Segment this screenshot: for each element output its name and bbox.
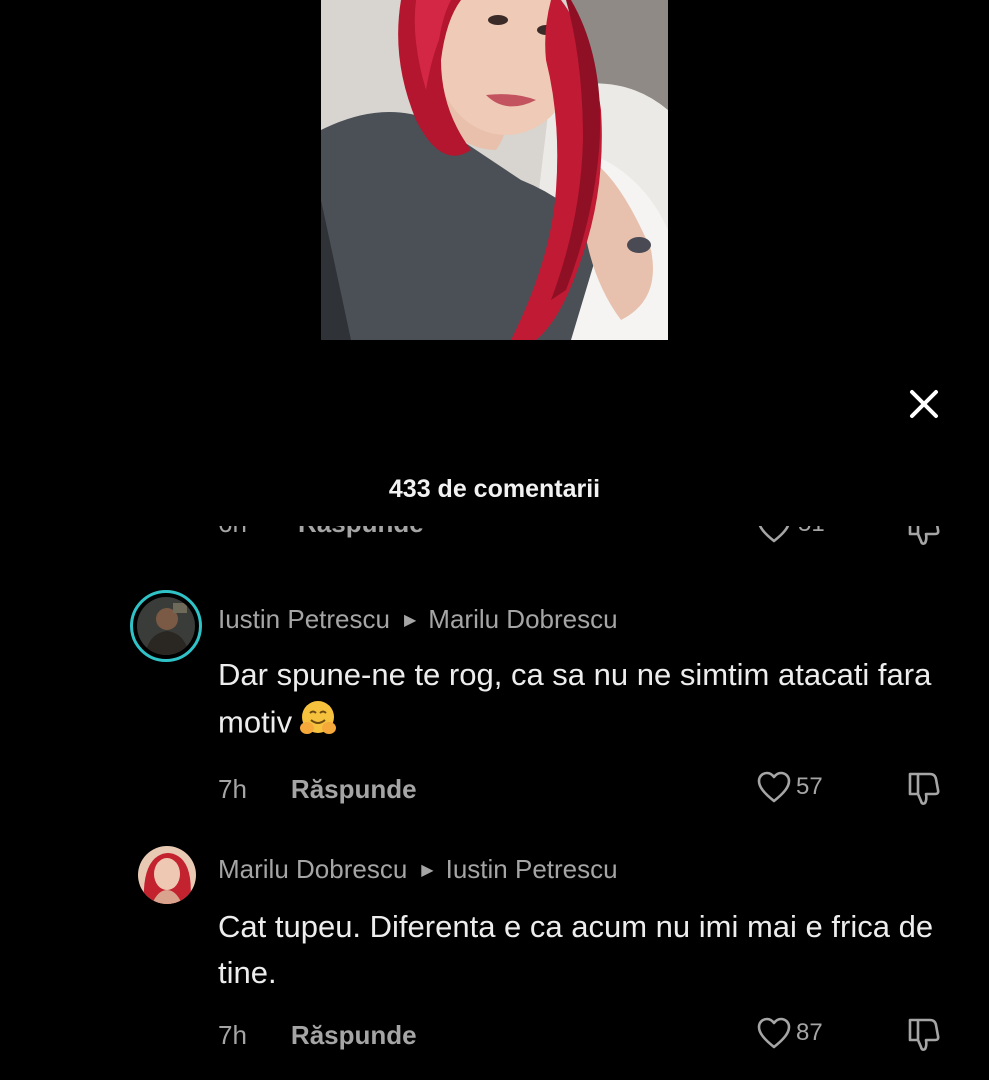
reply-arrow-icon: ▶ <box>421 861 434 879</box>
comment-text: Dar spune-ne te rog, ca sa nu ne simtim … <box>218 652 938 751</box>
avatar[interactable] <box>130 590 202 662</box>
avatar[interactable] <box>138 846 196 904</box>
previous-comment-like-count: 51 <box>798 526 825 538</box>
reply-button[interactable]: Răspunde <box>291 1020 417 1050</box>
previous-comment-time: 6h <box>218 526 247 539</box>
previous-comment-reply-button[interactable]: Răspunde <box>298 526 424 539</box>
comment-text: Cat tupeu. Diferenta e ca acum nu imi ma… <box>218 909 934 990</box>
comment-header: Marilu Dobrescu ▶ Iustin Petrescu <box>218 854 618 885</box>
selfie-photo-image <box>321 0 668 340</box>
comment-header: Iustin Petrescu ▶ Marilu Dobrescu <box>218 604 618 635</box>
reply-to-user[interactable]: Iustin Petrescu <box>446 854 618 885</box>
comment-count: 433 de comentarii <box>388 475 601 503</box>
comment-author[interactable]: Marilu Dobrescu <box>218 854 407 885</box>
comment-author[interactable]: Iustin Petrescu <box>218 604 390 635</box>
hugging-face-emoji-icon <box>298 698 338 751</box>
heart-icon <box>757 771 791 803</box>
post-photo[interactable] <box>321 0 668 340</box>
comment-actions: 7h Răspunde <box>218 774 417 805</box>
dislike-icon[interactable] <box>904 526 944 546</box>
reply-button[interactable]: Răspunde <box>291 774 417 804</box>
avatar-image <box>138 846 196 904</box>
avatar-image <box>137 597 195 655</box>
heart-icon <box>757 1017 791 1049</box>
comment-time: 7h <box>218 774 247 804</box>
like-button[interactable]: 57 <box>756 770 823 804</box>
like-button[interactable]: 87 <box>756 1016 823 1050</box>
dislike-icon <box>908 1018 940 1051</box>
dislike-button[interactable] <box>904 770 944 811</box>
like-count: 87 <box>796 1019 823 1046</box>
comment-actions: 7h Răspunde <box>218 1020 417 1051</box>
close-button[interactable] <box>902 382 946 426</box>
reply-to-user[interactable]: Marilu Dobrescu <box>428 604 617 635</box>
dislike-button[interactable] <box>904 1016 944 1057</box>
heart-icon[interactable] <box>756 526 792 544</box>
like-count: 57 <box>796 773 823 800</box>
previous-comment-actions: 6h Răspunde 51 <box>0 526 989 554</box>
close-icon <box>910 390 938 418</box>
reply-arrow-icon: ▶ <box>403 611 417 629</box>
comment-time: 7h <box>218 1020 247 1050</box>
dislike-icon <box>908 772 940 805</box>
